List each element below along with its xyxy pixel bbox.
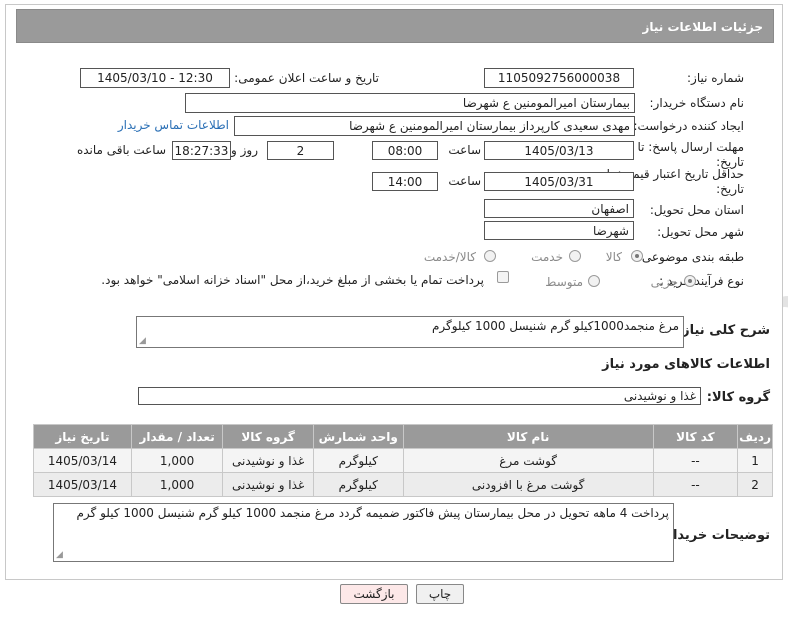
buyer-org-label: نام دستگاه خریدار: — [649, 96, 745, 110]
days-label: روز و — [231, 143, 258, 157]
deadline-time-field: 08:00 — [372, 141, 438, 160]
buyer-org-field: بیمارستان امیرالمومنین ع شهرضا — [185, 93, 635, 113]
goods-section-title: اطلاعات کالاهای مورد نیاز — [602, 357, 770, 372]
cell-goods-group: غذا و نوشیدنی — [222, 448, 314, 473]
goods-table: ردیف کد کالا نام کالا واحد شمارش گروه کا… — [33, 424, 773, 497]
cell-unit: کیلوگرم — [312, 448, 404, 473]
city-field: شهرضا — [484, 221, 634, 240]
category-radio-service[interactable] — [569, 250, 581, 262]
price-validity-date-field: 1405/03/31 — [484, 172, 634, 191]
cell-row-number: 1 — [737, 448, 773, 473]
cell-unit: کیلوگرم — [312, 472, 404, 497]
purchase-option-medium: متوسط — [545, 275, 583, 289]
col-goods-code: کد کالا — [652, 424, 739, 449]
col-goods-group: گروه کالا — [222, 424, 314, 449]
buyer-notes-textarea: پرداخت 4 ماهه تحویل در محل بیمارستان پیش… — [53, 503, 674, 562]
announce-datetime-field: 1405/03/10 - 12:30 — [80, 68, 230, 88]
panel-title: جزئیات اطلاعات نیاز — [16, 9, 774, 43]
cell-row-number: 2 — [737, 472, 773, 497]
treasury-payment-checkbox[interactable] — [497, 271, 509, 283]
price-validity-time-label: ساعت — [448, 174, 481, 188]
announce-datetime-label: تاریخ و ساعت اعلان عمومی: — [234, 71, 379, 85]
requester-field: مهدی سعیدی کارپرداز بیمارستان امیرالمومن… — [234, 116, 635, 136]
category-radio-goods-service[interactable] — [484, 250, 496, 262]
goods-group-label: گروه کالا: — [706, 390, 770, 405]
cell-goods-code: -- — [652, 448, 739, 473]
col-goods-name: نام کالا — [402, 424, 654, 449]
purchase-option-minor: جزیی — [650, 275, 678, 289]
category-option-service: خدمت — [531, 250, 563, 264]
description-label: شرح کلی نیاز: — [676, 323, 770, 338]
goods-group-field: غذا و نوشیدنی — [138, 387, 701, 405]
remaining-time-label: ساعت باقی مانده — [76, 143, 166, 157]
cell-need-date: 1405/03/14 — [33, 448, 132, 473]
col-unit: واحد شمارش — [312, 424, 404, 449]
goods-table-header: ردیف کد کالا نام کالا واحد شمارش گروه کا… — [33, 424, 773, 449]
remaining-time-field: 18:27:33 — [172, 141, 231, 160]
city-label: شهر محل تحویل: — [657, 225, 744, 239]
deadline-date-field: 1405/03/13 — [484, 141, 634, 160]
category-option-goods-service: کالا/خدمت — [423, 250, 476, 264]
cell-need-date: 1405/03/14 — [33, 472, 132, 497]
buyer-notes-text: پرداخت 4 ماهه تحویل در محل بیمارستان پیش… — [76, 506, 669, 520]
col-quantity: تعداد / مقدار — [130, 424, 224, 449]
treasury-payment-note: پرداخت تمام یا بخشی از مبلغ خرید،از محل … — [101, 273, 484, 287]
province-label: استان محل تحویل: — [649, 203, 744, 217]
requester-label: ایجاد کننده درخواست: — [633, 119, 744, 133]
need-number-label: شماره نیاز: — [687, 71, 744, 85]
cell-quantity: 1,000 — [130, 472, 224, 497]
category-option-goods: کالا — [605, 250, 622, 264]
price-validity-time-field: 14:00 — [372, 172, 438, 191]
cell-goods-group: غذا و نوشیدنی — [222, 472, 314, 497]
need-number-field: 1105092756000038 — [484, 68, 634, 88]
deadline-time-label: ساعت — [448, 143, 481, 157]
purchase-radio-minor[interactable] — [684, 275, 696, 287]
days-remaining-field: 2 — [267, 141, 334, 160]
cell-goods-name: گوشت مرغ — [402, 448, 654, 473]
province-field: اصفهان — [484, 199, 634, 218]
resize-grip-icon[interactable]: ◢ — [139, 336, 146, 346]
cell-goods-code: -- — [652, 472, 739, 497]
col-row-number: ردیف — [737, 424, 773, 449]
buyer-contact-link[interactable]: اطلاعات تماس خریدار — [118, 118, 229, 132]
buyer-notes-label: توضیحات خریدار: — [660, 528, 770, 543]
back-button[interactable]: بازگشت — [340, 584, 408, 604]
description-text: مرغ منجمد1000کیلو گرم شنیسل 1000 کیلوگرم — [431, 319, 679, 333]
category-label: طبقه بندی موضوعی: — [637, 250, 744, 264]
print-button[interactable]: چاپ — [416, 584, 464, 604]
category-radio-goods[interactable] — [631, 250, 643, 262]
cell-quantity: 1,000 — [130, 448, 224, 473]
col-need-date: تاریخ نیاز — [33, 424, 132, 449]
table-row: 2 -- گوشت مرغ با افزودنی کیلوگرم غذا و ن… — [33, 472, 773, 497]
cell-goods-name: گوشت مرغ با افزودنی — [402, 472, 654, 497]
description-textarea: مرغ منجمد1000کیلو گرم شنیسل 1000 کیلوگرم… — [136, 316, 684, 348]
resize-grip-icon[interactable]: ◢ — [56, 550, 63, 560]
purchase-radio-medium[interactable] — [588, 275, 600, 287]
table-row: 1 -- گوشت مرغ کیلوگرم غذا و نوشیدنی 1,00… — [33, 448, 773, 473]
